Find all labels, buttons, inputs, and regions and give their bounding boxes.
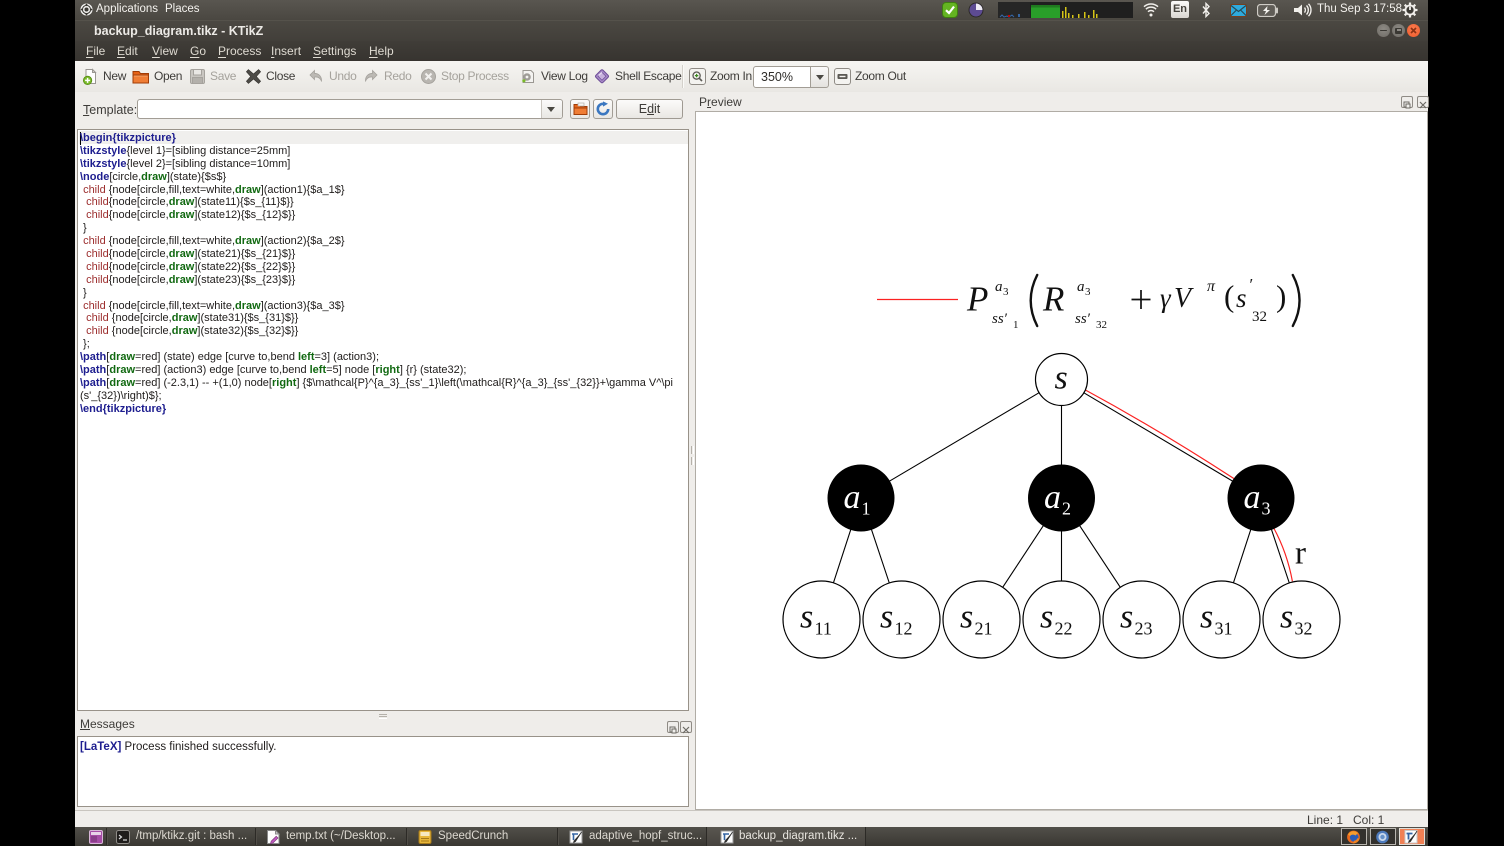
svg-text:s: s (1120, 599, 1133, 636)
svg-text:a: a (1044, 479, 1061, 516)
svg-text:s: s (1040, 599, 1053, 636)
svg-text:ss′: ss′ (992, 311, 1008, 327)
svg-text:32: 32 (1096, 319, 1107, 331)
svg-text:′: ′ (1250, 275, 1254, 294)
svg-text:(: ( (1224, 279, 1234, 314)
svg-text:11: 11 (815, 619, 832, 639)
svg-text:23: 23 (1135, 619, 1153, 639)
svg-text:3: 3 (1085, 286, 1091, 298)
svg-text:3: 3 (1262, 499, 1271, 519)
svg-text:2: 2 (1062, 499, 1071, 519)
svg-text:s: s (1200, 599, 1213, 636)
svg-text:π: π (1207, 278, 1216, 295)
svg-text:a: a (1077, 279, 1085, 295)
svg-text:a: a (995, 279, 1003, 295)
svg-text:): ) (1276, 279, 1286, 314)
svg-text:s: s (1055, 360, 1068, 397)
svg-text:a: a (844, 479, 861, 516)
svg-text:21: 21 (975, 619, 993, 639)
svg-text:s: s (800, 599, 813, 636)
svg-text:R: R (1042, 280, 1064, 319)
svg-text:s: s (1280, 599, 1293, 636)
svg-text:s: s (960, 599, 973, 636)
svg-text:1: 1 (1013, 319, 1019, 331)
svg-text:3: 3 (1003, 286, 1009, 298)
svg-text:31: 31 (1215, 619, 1233, 639)
svg-text:12: 12 (895, 619, 913, 639)
svg-text:32: 32 (1252, 309, 1267, 325)
svg-text:32: 32 (1295, 619, 1313, 639)
svg-text:1: 1 (862, 499, 871, 519)
svg-text:r: r (1295, 536, 1306, 572)
svg-text:γ: γ (1160, 283, 1172, 313)
svg-text:ss′: ss′ (1075, 311, 1091, 327)
svg-text:V: V (1174, 283, 1194, 314)
svg-text:P: P (966, 280, 988, 319)
svg-text:a: a (1244, 479, 1261, 516)
svg-text:s: s (1236, 283, 1247, 313)
svg-text:22: 22 (1055, 619, 1073, 639)
svg-text:s: s (880, 599, 893, 636)
